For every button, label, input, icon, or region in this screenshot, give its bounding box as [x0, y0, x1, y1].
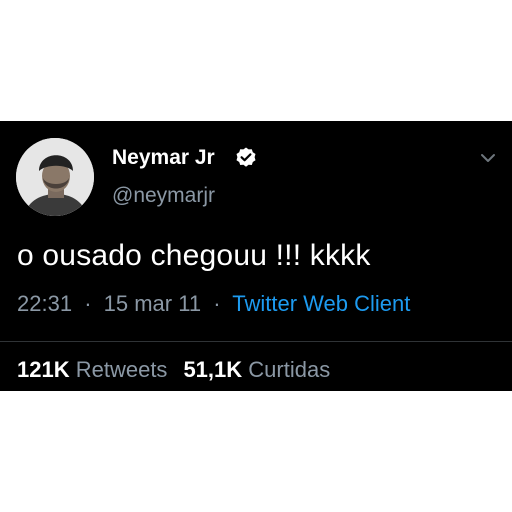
- avatar-photo: [16, 138, 94, 216]
- verified-badge-icon: [236, 147, 256, 167]
- likes-stat[interactable]: 51,1K Curtidas: [183, 357, 330, 382]
- avatar[interactable]: [16, 138, 94, 216]
- retweets-count: 121K: [17, 357, 70, 382]
- separator: ·: [84, 291, 92, 316]
- author-handle[interactable]: @neymarjr: [112, 184, 215, 208]
- divider: [0, 341, 512, 342]
- tweet-date[interactable]: 15 mar 11: [104, 291, 201, 316]
- likes-count: 51,1K: [183, 357, 243, 382]
- likes-label: Curtidas: [248, 357, 331, 382]
- author-name[interactable]: Neymar Jr: [112, 146, 215, 170]
- tweet-time[interactable]: 22:31: [17, 291, 72, 316]
- tweet-meta: 22:31 · 15 mar 11 · Twitter Web Client: [17, 291, 410, 317]
- tweet-card: Neymar Jr @neymarjr o ousado chegouu !!!…: [0, 121, 512, 391]
- retweets-stat[interactable]: 121K Retweets: [17, 357, 167, 382]
- chevron-down-icon[interactable]: [478, 151, 498, 165]
- separator: ·: [213, 291, 221, 316]
- tweet-stats: 121K Retweets 51,1K Curtidas: [17, 357, 330, 383]
- tweet-text: o ousado chegouu !!! kkkk: [17, 239, 371, 272]
- retweets-label: Retweets: [75, 357, 168, 382]
- tweet-client-link[interactable]: Twitter Web Client: [232, 291, 410, 316]
